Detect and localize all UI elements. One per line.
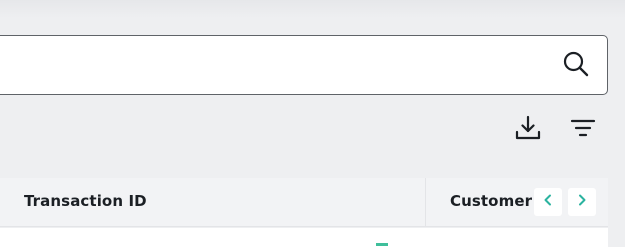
chevron-right-icon [574, 192, 590, 212]
search-button[interactable] [560, 50, 592, 82]
column-header-customer[interactable]: Customer [450, 192, 532, 210]
scroll-columns-right-button[interactable] [568, 188, 596, 216]
filter-button[interactable] [567, 114, 599, 146]
filter-icon [568, 113, 598, 147]
table-row[interactable] [0, 228, 608, 247]
search-icon [562, 50, 590, 82]
column-divider [425, 178, 426, 227]
column-header-transaction-id[interactable]: Transaction ID [24, 192, 147, 210]
row-status-marker [376, 243, 388, 246]
top-shadow [0, 0, 625, 18]
scroll-columns-left-button[interactable] [534, 188, 562, 216]
chevron-left-icon [540, 192, 556, 212]
search-input[interactable] [0, 35, 608, 95]
download-icon [513, 113, 543, 147]
download-button[interactable] [512, 114, 544, 146]
